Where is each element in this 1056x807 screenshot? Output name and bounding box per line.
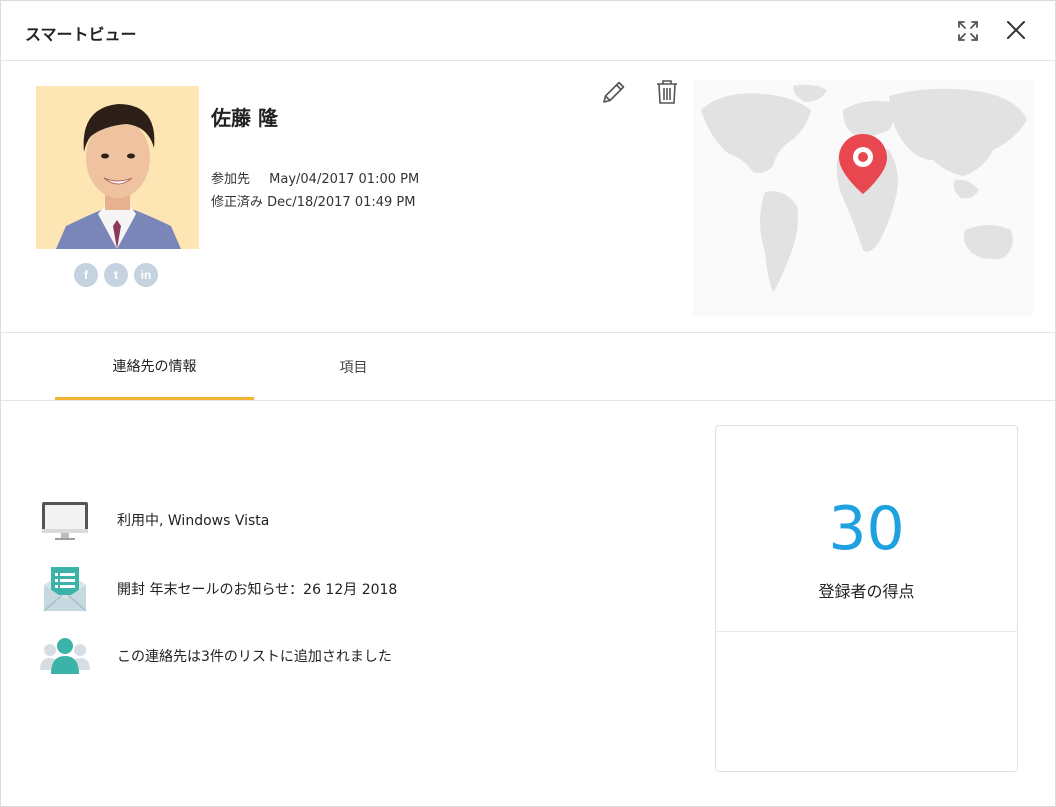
delete-button[interactable] (655, 78, 679, 106)
activity-text-lists: この連絡先は3件のリストに追加されました (117, 649, 392, 665)
modified-label: 修正済み (211, 195, 264, 210)
smart-view-window: スマートビュー f t in 佐藤 隆 参加先 May/04/2017 01:0… (0, 0, 1056, 807)
open-mail-icon (37, 565, 93, 613)
trash-icon (657, 80, 677, 104)
expand-button[interactable] (954, 17, 982, 45)
score-label: 登録者の得点 (818, 582, 915, 601)
activity-item-lists: この連絡先は3件のリストに追加されました (37, 632, 637, 680)
title-bar: スマートビュー (1, 1, 1055, 61)
location-map (693, 80, 1033, 316)
joined-label: 参加先 (211, 172, 251, 187)
score-value: 30 (828, 494, 905, 564)
joined-row: 参加先 May/04/2017 01:00 PM (211, 168, 419, 191)
modified-row: 修正済み Dec/18/2017 01:49 PM (211, 191, 419, 214)
window-title: スマートビュー (25, 25, 137, 44)
close-icon (1007, 21, 1025, 39)
tab-items[interactable]: 項目 (254, 334, 453, 400)
avatar (36, 86, 199, 249)
tab-bar: 連絡先の情報 項目 (1, 334, 1055, 401)
monitor-icon (37, 496, 93, 544)
joined-value: May/04/2017 01:00 PM (269, 172, 420, 187)
expand-icon (958, 21, 978, 41)
contact-meta: 参加先 May/04/2017 01:00 PM 修正済み Dec/18/201… (211, 168, 419, 214)
contact-name: 佐藤 隆 (211, 106, 278, 130)
activity-text-device: 利用中, Windows Vista (117, 513, 270, 529)
score-divider (716, 631, 1017, 632)
edit-button[interactable] (600, 78, 628, 106)
activity-item-email: 開封 年末セールのお知らせ：26 12月 2018 (37, 565, 637, 613)
score-card: 30 登録者の得点 (715, 425, 1018, 772)
pencil-icon (603, 81, 625, 103)
tab-contact-info[interactable]: 連絡先の情報 (55, 334, 254, 400)
profile-section: f t in 佐藤 隆 参加先 May/04/2017 01:00 PM 修正済… (1, 62, 1055, 333)
facebook-icon[interactable]: f (74, 263, 98, 287)
activity-text-email: 開封 年末セールのお知らせ：26 12月 2018 (117, 582, 398, 598)
linkedin-icon[interactable]: in (134, 263, 158, 287)
modified-value: Dec/18/2017 01:49 PM (267, 195, 416, 210)
twitter-icon[interactable]: t (104, 263, 128, 287)
activity-item-device: 利用中, Windows Vista (37, 496, 637, 544)
social-links: f t in (74, 263, 158, 287)
close-button[interactable] (1003, 17, 1029, 43)
group-icon (37, 632, 93, 680)
